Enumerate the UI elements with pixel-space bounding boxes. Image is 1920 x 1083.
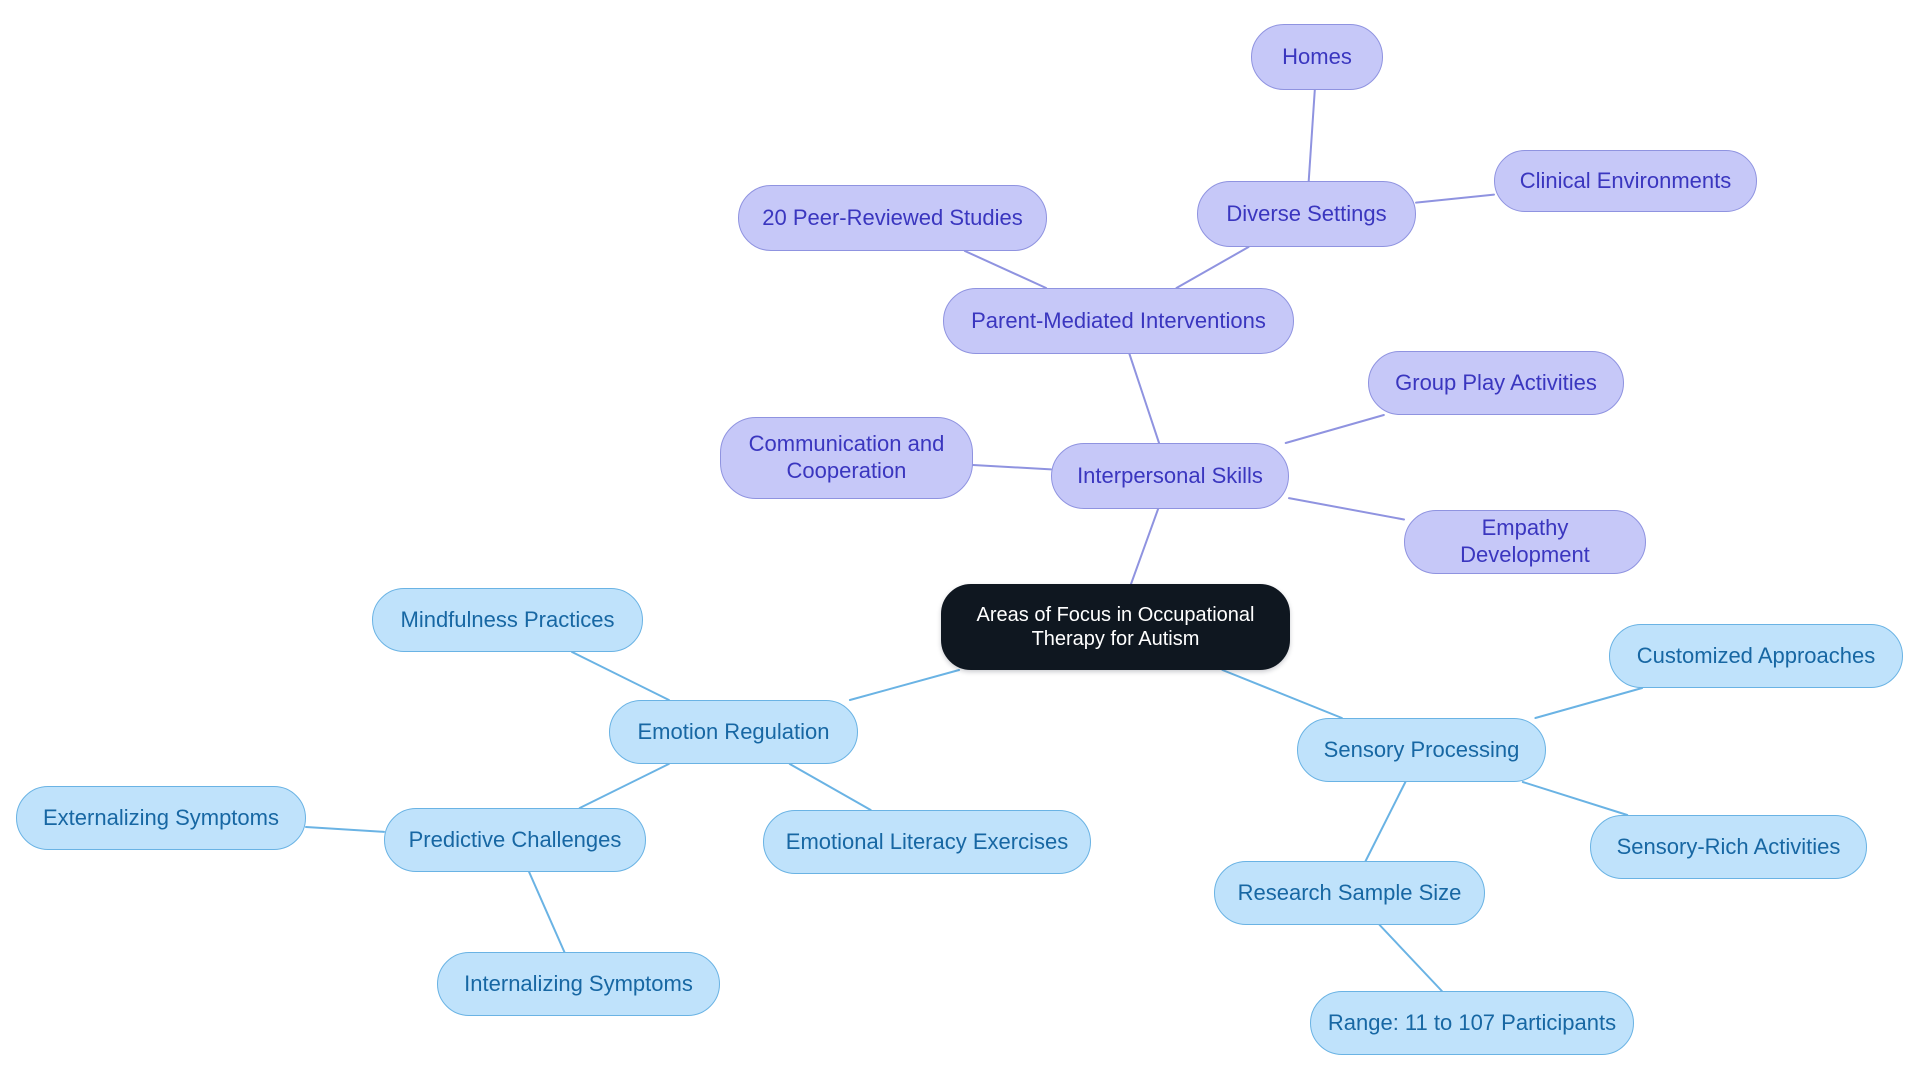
mindmap-node-mindful[interactable]: Mindfulness Practices <box>372 588 643 652</box>
edge-predict-to-internal <box>528 871 566 953</box>
edge-interp-to-parent <box>1128 353 1161 444</box>
edge-root-to-interp <box>1130 508 1160 585</box>
edge-settings-to-clinical <box>1415 193 1495 204</box>
edge-parent-to-settings <box>1175 246 1250 289</box>
edge-sensory-to-richact <box>1521 781 1629 816</box>
edge-sensory-to-sample <box>1364 781 1407 862</box>
mindmap-node-custom[interactable]: Customized Approaches <box>1609 624 1903 688</box>
mindmap-node-range[interactable]: Range: 11 to 107 Participants <box>1310 991 1634 1055</box>
edge-sensory-to-custom <box>1534 687 1644 719</box>
mindmap-node-interp[interactable]: Interpersonal Skills <box>1051 443 1289 509</box>
mindmap-node-emotion[interactable]: Emotion Regulation <box>609 700 858 764</box>
mindmap-node-commcoop[interactable]: Communication and Cooperation <box>720 417 973 499</box>
mindmap-node-settings[interactable]: Diverse Settings <box>1197 181 1416 247</box>
edge-settings-to-homes <box>1307 89 1316 182</box>
mindmap-node-internal[interactable]: Internalizing Symptoms <box>437 952 720 1016</box>
edge-emotion-to-literacy <box>788 763 872 811</box>
edge-root-to-sensory <box>1221 669 1343 719</box>
edge-predict-to-external <box>305 826 385 833</box>
mindmap-node-sensory[interactable]: Sensory Processing <box>1297 718 1546 782</box>
mindmap-node-groupplay[interactable]: Group Play Activities <box>1368 351 1624 415</box>
mindmap-node-predict[interactable]: Predictive Challenges <box>384 808 646 872</box>
mindmap-node-empathy[interactable]: Empathy Development <box>1404 510 1646 574</box>
edge-emotion-to-mindful <box>571 651 670 701</box>
mindmap-canvas: Areas of Focus in Occupational Therapy f… <box>0 0 1920 1083</box>
mindmap-node-richact[interactable]: Sensory-Rich Activities <box>1590 815 1867 879</box>
edge-interp-to-groupplay <box>1284 414 1385 444</box>
edge-interp-to-commcoop <box>972 464 1052 471</box>
mindmap-node-external[interactable]: Externalizing Symptoms <box>16 786 306 850</box>
edge-parent-to-studies <box>963 250 1048 289</box>
mindmap-node-homes[interactable]: Homes <box>1251 24 1383 90</box>
root-node[interactable]: Areas of Focus in Occupational Therapy f… <box>941 584 1290 670</box>
edge-sample-to-range <box>1378 924 1443 992</box>
mindmap-node-literacy[interactable]: Emotional Literacy Exercises <box>763 810 1091 874</box>
edge-emotion-to-predict <box>578 763 670 809</box>
mindmap-node-parent[interactable]: Parent-Mediated Interventions <box>943 288 1294 354</box>
mindmap-node-clinical[interactable]: Clinical Environments <box>1494 150 1757 212</box>
edge-interp-to-empathy <box>1288 497 1405 521</box>
edge-root-to-emotion <box>848 669 961 701</box>
mindmap-node-sample[interactable]: Research Sample Size <box>1214 861 1485 925</box>
mindmap-node-studies[interactable]: 20 Peer-Reviewed Studies <box>738 185 1047 251</box>
